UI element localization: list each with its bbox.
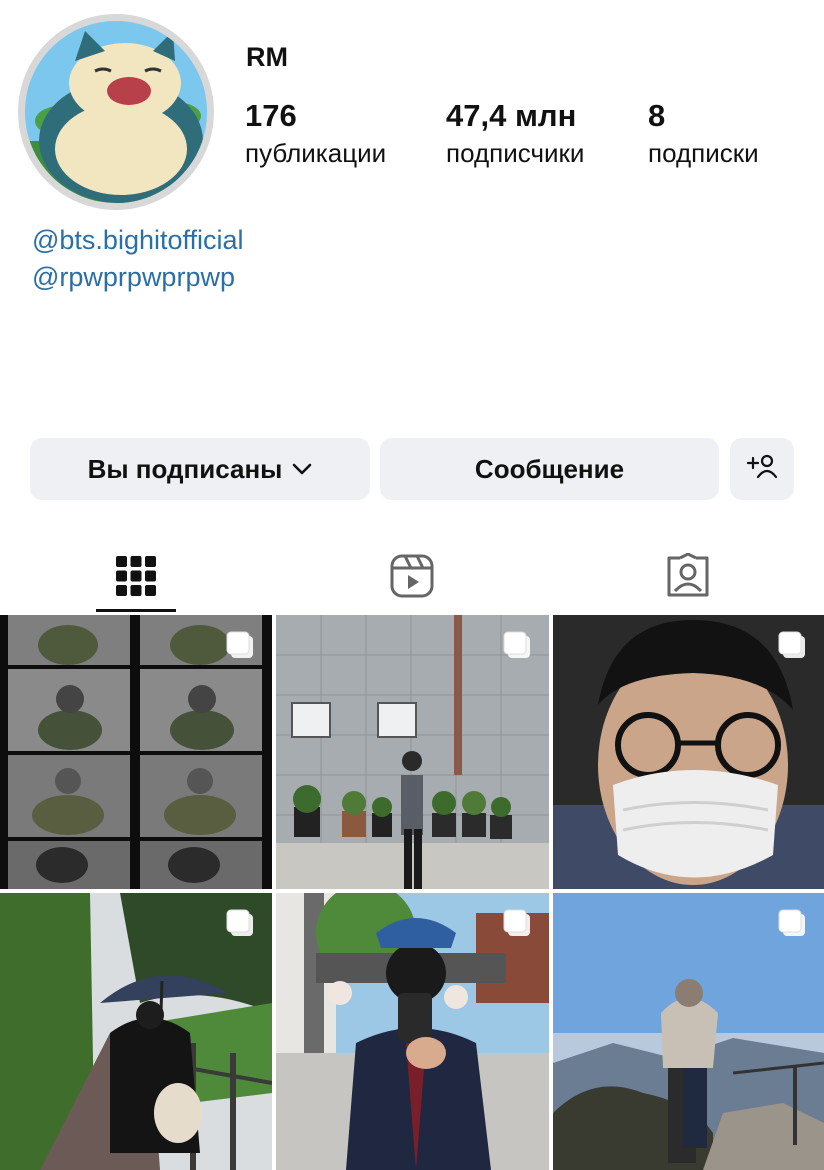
multi-photo-icon — [224, 629, 256, 666]
post-tile[interactable] — [553, 615, 824, 889]
following-button[interactable]: Вы подписаны — [30, 438, 370, 500]
add-user-icon — [746, 452, 778, 487]
post-tile[interactable] — [553, 893, 824, 1170]
following-button-label: Вы подписаны — [87, 453, 283, 484]
stat-following[interactable]: 8 подписки — [648, 98, 759, 169]
followers-label: подписчики — [446, 138, 585, 168]
message-button[interactable]: Сообщение — [380, 438, 719, 500]
following-label: подписки — [648, 138, 759, 168]
multi-photo-icon — [776, 629, 808, 666]
tagged-icon — [667, 553, 709, 597]
tab-reels[interactable] — [382, 546, 442, 606]
following-count: 8 — [648, 98, 666, 133]
reels-icon — [390, 554, 434, 598]
multi-photo-icon — [224, 907, 256, 944]
stat-followers[interactable]: 47,4 млн подписчики — [446, 98, 584, 169]
post-tile[interactable] — [0, 893, 272, 1170]
chevron-down-icon — [292, 462, 312, 476]
message-button-label: Сообщение — [474, 453, 625, 484]
post-tile[interactable] — [276, 615, 549, 889]
posts-label: публикации — [245, 138, 387, 168]
avatar[interactable] — [25, 21, 207, 203]
add-user-button[interactable] — [730, 438, 794, 500]
profile-username: RM — [246, 42, 288, 72]
multi-photo-icon — [776, 907, 808, 944]
posts-grid — [0, 615, 824, 1170]
active-tab-indicator — [96, 609, 176, 612]
post-tile[interactable] — [0, 615, 272, 889]
profile-tabs — [0, 536, 824, 614]
tab-tagged[interactable] — [658, 546, 718, 606]
multi-photo-icon — [501, 907, 533, 944]
post-tile[interactable] — [276, 893, 549, 1170]
multi-photo-icon — [501, 629, 533, 666]
stat-posts[interactable]: 176 публикации — [245, 98, 386, 169]
avatar-illustration — [25, 21, 207, 203]
profile-avatar-ring[interactable] — [18, 14, 214, 210]
tab-grid[interactable] — [106, 546, 166, 606]
bio-links: @bts.bighitofficial @rpwprpwprpwp — [32, 222, 244, 296]
followers-count: 47,4 млн — [446, 98, 577, 133]
link-bts-bighitofficial[interactable]: @bts.bighitofficial — [32, 222, 244, 259]
grid-icon — [116, 556, 156, 596]
posts-count: 176 — [245, 98, 297, 133]
link-rpwprpwprpwp[interactable]: @rpwprpwprpwp — [32, 259, 244, 296]
